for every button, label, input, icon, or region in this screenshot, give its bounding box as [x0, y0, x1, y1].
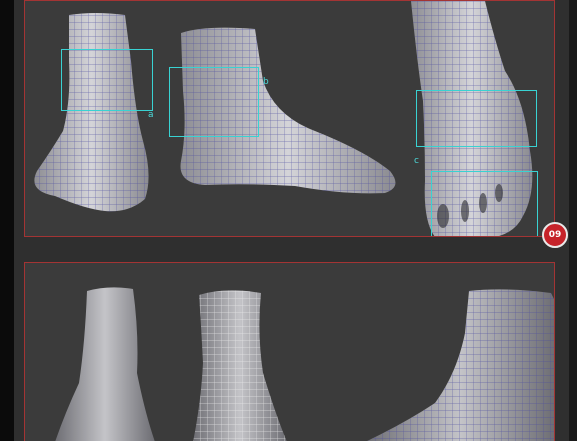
foot-sculpt-smooth	[55, 287, 155, 441]
callout-label-c: c	[414, 156, 419, 166]
step-number-badge: 09	[542, 222, 568, 248]
right-edge-bar	[569, 0, 577, 441]
left-edge-bar	[0, 0, 14, 441]
callout-label-a: a	[148, 110, 154, 120]
callout-label-b: b	[263, 77, 269, 87]
foot-sculpt-wireframe	[193, 290, 287, 441]
bottom-render-canvas	[55, 287, 554, 441]
foot-back-view	[34, 13, 149, 212]
bottom-figure-panel	[24, 262, 555, 441]
callout-box-b	[169, 67, 259, 137]
top-figure-panel: a b c	[24, 0, 555, 237]
callout-box-a	[61, 49, 153, 111]
foot-closeup-wireframe	[367, 289, 554, 441]
callout-box-c-lower	[431, 171, 538, 236]
callout-box-c-upper	[416, 90, 537, 147]
